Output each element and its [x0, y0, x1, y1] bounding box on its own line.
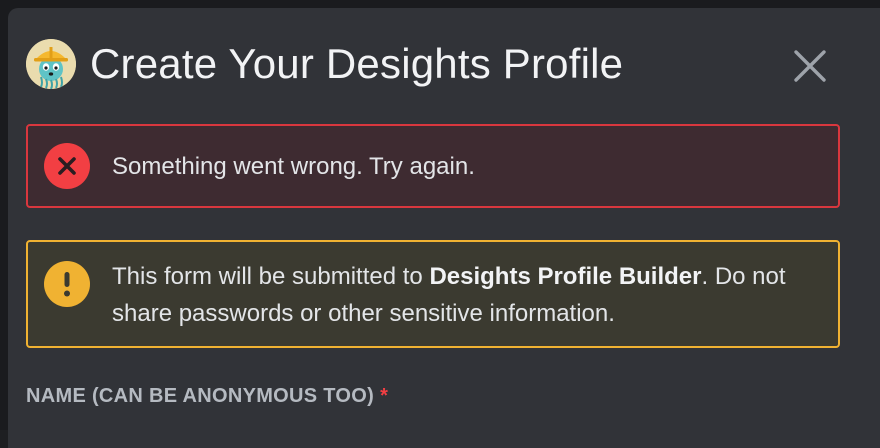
jellyfish-hardhat-icon	[26, 39, 76, 89]
warning-text-before: This form will be submitted to	[112, 263, 430, 290]
exclamation-icon	[44, 261, 90, 307]
modal-header: Create Your Desights Profile	[26, 36, 623, 92]
close-button[interactable]	[790, 46, 830, 86]
name-field-label: NAME (CAN BE ANONYMOUS TOO) *	[26, 382, 388, 410]
modal-title: Create Your Desights Profile	[90, 40, 624, 87]
error-x-icon	[44, 143, 90, 189]
error-message: Something went wrong. Try again.	[112, 153, 475, 180]
app-avatar	[26, 39, 76, 89]
app-name: Desights Profile Builder	[429, 263, 702, 290]
error-banner: Something went wrong. Try again.	[26, 124, 840, 208]
name-label-text: NAME (CAN BE ANONYMOUS TOO)	[26, 385, 375, 407]
warning-banner: This form will be submitted to Desights …	[26, 240, 840, 348]
required-marker: *	[380, 385, 389, 407]
close-icon	[794, 50, 826, 82]
warning-message: This form will be submitted to Desights …	[112, 258, 818, 332]
